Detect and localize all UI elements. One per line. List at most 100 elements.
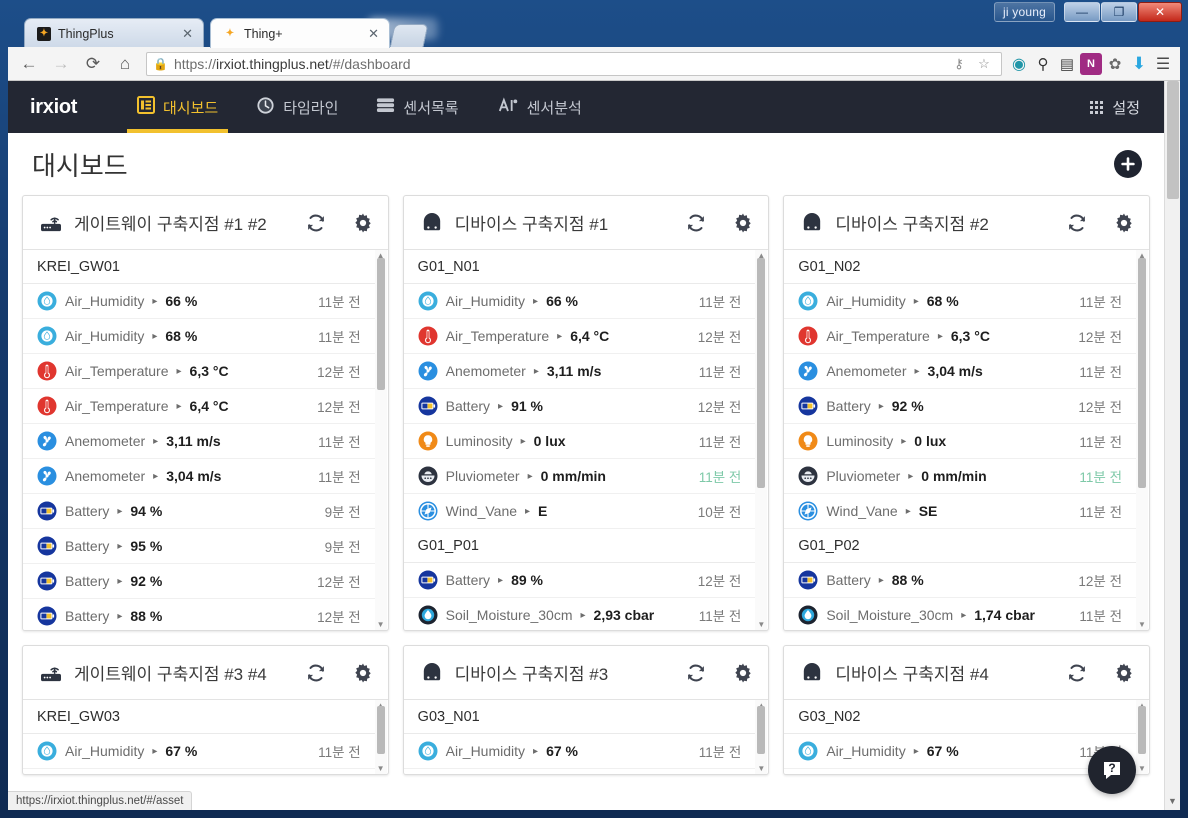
extension-icon-2[interactable]: ⚲ (1032, 53, 1054, 75)
sensor-row[interactable]: Luminosity ▸ 0 lux 11분 전 (403, 424, 756, 459)
sensor-row[interactable]: Battery ▸ 92 % 12분 전 (23, 564, 375, 599)
card-scrollbar[interactable]: ▲▼ (755, 700, 768, 774)
card-scrollbar-thumb[interactable] (757, 706, 766, 754)
device-group-label: G03_N02 (784, 700, 1137, 734)
sensor-row[interactable]: Wind_Vane ▸ E 10분 전 (403, 494, 756, 529)
battery-icon (37, 606, 57, 626)
sensor-row[interactable]: Air_Humidity ▸ 66 % 11분 전 (403, 284, 756, 319)
extension-icon-3[interactable]: ▤ (1056, 53, 1078, 75)
sensor-row[interactable]: Pluviometer ▸ 0 mm/min 11분 전 (784, 459, 1137, 494)
card-settings-button[interactable] (352, 212, 374, 234)
scroll-down-arrow[interactable]: ▼ (757, 620, 765, 629)
add-widget-button[interactable] (1114, 150, 1142, 178)
card-scrollbar[interactable]: ▲▼ (374, 250, 387, 630)
card-settings-button[interactable] (1113, 662, 1135, 684)
extension-icon-5[interactable]: ✿ (1104, 53, 1126, 75)
card-header: 게이트웨이 구축지점 #1 #2 (23, 196, 388, 250)
card-settings-button[interactable] (732, 662, 754, 684)
sensor-row[interactable]: Battery ▸ 88 % 12분 전 (23, 599, 375, 630)
scroll-down-arrow[interactable]: ▼ (757, 764, 765, 773)
bookmark-star-icon[interactable]: ☆ (973, 53, 995, 75)
page-scrollbar-thumb[interactable] (1167, 81, 1179, 199)
address-bar[interactable]: 🔒 https://irxiot.thingplus.net/#/dashboa… (146, 51, 1002, 76)
sensor-row[interactable]: Luminosity ▸ 0 lux 11분 전 (784, 424, 1137, 459)
sensor-row[interactable]: Battery ▸ 91 % 12분 전 (403, 389, 756, 424)
page-scrollbar[interactable]: ▼ (1164, 81, 1180, 810)
sensor-row[interactable]: Anemometer ▸ 3,04 m/s 11분 전 (23, 459, 375, 494)
scroll-down-arrow[interactable]: ▼ (1168, 796, 1177, 806)
close-icon[interactable]: ✕ (362, 26, 379, 42)
card-scrollbar-thumb[interactable] (1138, 706, 1147, 754)
nav-dashboard[interactable]: 대시보드 (118, 81, 237, 133)
scroll-down-arrow[interactable]: ▼ (377, 620, 385, 629)
sensor-row[interactable]: Air_Humidity▸67 %11분 전 (403, 734, 756, 769)
browser-tab-1[interactable]: ✦ ThingPlus ✕ (24, 18, 204, 48)
card-scrollbar[interactable]: ▲▼ (1136, 700, 1149, 774)
sensor-row[interactable]: Air_Temperature▸6,7 °C11분 전 (403, 769, 756, 774)
sensor-row[interactable]: Battery ▸ 94 % 9분 전 (23, 494, 375, 529)
nav-sensor-analysis[interactable]: 센서분석 (478, 81, 601, 133)
card-settings-button[interactable] (352, 662, 374, 684)
card-scrollbar[interactable]: ▲▼ (1136, 250, 1149, 630)
sensor-row[interactable]: Anemometer ▸ 3,11 m/s 11분 전 (403, 354, 756, 389)
forward-icon[interactable]: → (46, 50, 76, 78)
browser-tab-2[interactable]: ✦ Thing+ ✕ (210, 18, 390, 48)
page-action-icon[interactable]: ⚷ (948, 53, 970, 75)
card-scrollbar[interactable]: ▲▼ (755, 250, 768, 630)
sensor-row[interactable]: Air_Humidity ▸ 68 % 11분 전 (23, 319, 375, 354)
card-scrollbar-thumb[interactable] (376, 258, 385, 390)
reload-icon[interactable]: ⟳ (78, 50, 108, 78)
onenote-icon[interactable]: N (1080, 52, 1102, 75)
sensor-row[interactable]: Wind_Vane ▸ SE 11분 전 (784, 494, 1137, 529)
scroll-down-arrow[interactable]: ▼ (1138, 620, 1146, 629)
card-scrollbar[interactable]: ▲▼ (374, 700, 387, 774)
card-scrollbar-thumb[interactable] (1138, 258, 1147, 488)
sensor-row[interactable]: Soil_Moisture_30cm ▸ 1,74 cbar 11분 전 (784, 598, 1137, 630)
sensor-row[interactable]: Air_Temperature ▸ 6,4 °C 12분 전 (403, 319, 756, 354)
card-refresh-button[interactable] (1066, 212, 1088, 234)
sensor-row[interactable]: Battery ▸ 88 % 12분 전 (784, 563, 1137, 598)
nav-timeline[interactable]: 타임라인 (237, 81, 357, 133)
extension-icon-1[interactable]: ◉ (1008, 53, 1030, 75)
chrome-menu-icon[interactable]: ☰ (1152, 53, 1174, 75)
sensor-row[interactable]: Air_Humidity▸67 %11분 전 (784, 734, 1137, 769)
nav-settings[interactable]: 설정 (1090, 97, 1164, 118)
card-settings-button[interactable] (1113, 212, 1135, 234)
new-tab-button[interactable] (389, 24, 429, 48)
close-icon[interactable]: ✕ (176, 26, 193, 42)
sensor-row[interactable]: Battery ▸ 95 % 9분 전 (23, 529, 375, 564)
home-icon[interactable]: ⌂ (110, 50, 140, 78)
card-refresh-button[interactable] (1066, 662, 1088, 684)
sensor-row[interactable]: Battery ▸ 92 % 12분 전 (784, 389, 1137, 424)
card-refresh-button[interactable] (305, 662, 327, 684)
luminosity-icon (418, 431, 438, 451)
sensor-row[interactable]: Soil_Moisture_30cm ▸ 2,93 cbar 11분 전 (403, 598, 756, 630)
card-scrollbar-thumb[interactable] (757, 258, 766, 488)
sensor-timestamp: 11분 전 (698, 365, 742, 380)
sensor-row[interactable]: Anemometer ▸ 3,04 m/s 11분 전 (784, 354, 1137, 389)
sensor-row[interactable]: Anemometer ▸ 3,11 m/s 11분 전 (23, 424, 375, 459)
back-icon[interactable]: ← (14, 50, 44, 78)
nav-sensor-list[interactable]: 센서목록 (357, 81, 477, 133)
scroll-down-arrow[interactable]: ▼ (377, 764, 385, 773)
card-refresh-button[interactable] (685, 662, 707, 684)
sensor-row[interactable]: Battery ▸ 89 % 12분 전 (403, 563, 756, 598)
help-button[interactable]: ? (1088, 746, 1136, 794)
sensor-timestamp: 12분 전 (317, 575, 361, 590)
sensor-row[interactable]: Air_Humidity▸67 %11분 전 (23, 734, 375, 769)
card-scrollbar-thumb[interactable] (376, 706, 385, 754)
brand-logo[interactable]: irxiot (8, 96, 118, 119)
sensor-row[interactable]: Air_Temperature▸6,6 °C12분 전 (784, 769, 1137, 774)
sensor-row[interactable]: Air_Temperature ▸ 6,4 °C 12분 전 (23, 389, 375, 424)
sensor-row[interactable]: Air_Humidity ▸ 68 % 11분 전 (784, 284, 1137, 319)
card-refresh-button[interactable] (685, 212, 707, 234)
card-settings-button[interactable] (732, 212, 754, 234)
sensor-timestamp: 11분 전 (318, 435, 361, 450)
scroll-down-arrow[interactable]: ▼ (1138, 764, 1146, 773)
card-refresh-button[interactable] (305, 212, 327, 234)
sensor-row[interactable]: Air_Humidity ▸ 66 % 11분 전 (23, 284, 375, 319)
sensor-row[interactable]: Pluviometer ▸ 0 mm/min 11분 전 (403, 459, 756, 494)
sensor-row[interactable]: Air_Temperature ▸ 6,3 °C 12분 전 (23, 354, 375, 389)
sensor-row[interactable]: Air_Temperature ▸ 6,3 °C 12분 전 (784, 319, 1137, 354)
download-icon[interactable]: ⬇ (1128, 53, 1150, 75)
